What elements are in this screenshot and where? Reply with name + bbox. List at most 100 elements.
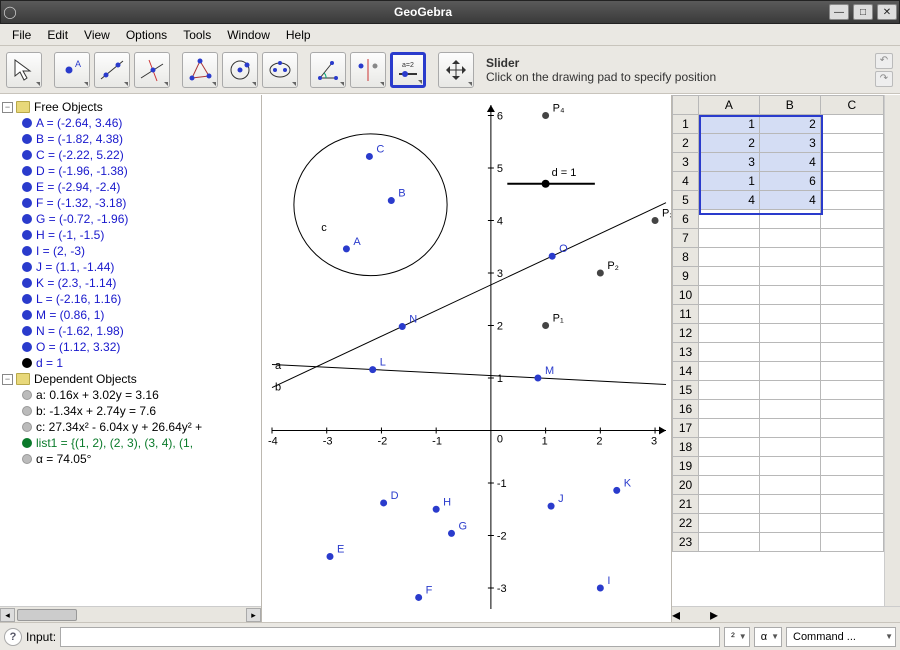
row-header[interactable]: 11 bbox=[673, 305, 699, 324]
cell[interactable] bbox=[699, 400, 760, 419]
cell[interactable]: 2 bbox=[699, 134, 760, 153]
algebra-folder[interactable]: −Dependent Objects bbox=[0, 371, 261, 387]
help-icon[interactable]: ? bbox=[4, 628, 22, 646]
cell[interactable] bbox=[759, 476, 820, 495]
cell[interactable] bbox=[820, 324, 883, 343]
close-button[interactable]: ✕ bbox=[877, 4, 897, 20]
algebra-item[interactable]: G = (-0.72, -1.96) bbox=[0, 211, 261, 227]
cell[interactable] bbox=[759, 248, 820, 267]
cell[interactable]: 4 bbox=[759, 191, 820, 210]
row-header[interactable]: 20 bbox=[673, 476, 699, 495]
cell[interactable] bbox=[820, 267, 883, 286]
cell[interactable] bbox=[759, 514, 820, 533]
tool-line[interactable] bbox=[94, 52, 130, 88]
minimize-button[interactable]: — bbox=[829, 4, 849, 20]
menu-edit[interactable]: Edit bbox=[39, 26, 76, 44]
menu-help[interactable]: Help bbox=[278, 26, 319, 44]
row-header[interactable]: 18 bbox=[673, 438, 699, 457]
row-header[interactable]: 9 bbox=[673, 267, 699, 286]
symbol-combo[interactable]: α▼ bbox=[754, 627, 782, 647]
cell[interactable] bbox=[820, 419, 883, 438]
cell[interactable] bbox=[820, 286, 883, 305]
cell[interactable] bbox=[699, 324, 760, 343]
cell[interactable] bbox=[699, 381, 760, 400]
cell[interactable] bbox=[699, 457, 760, 476]
cell[interactable] bbox=[699, 495, 760, 514]
cell[interactable] bbox=[759, 210, 820, 229]
tool-angle[interactable] bbox=[310, 52, 346, 88]
tool-perpendicular[interactable] bbox=[134, 52, 170, 88]
algebra-item[interactable]: c: 27.34x² - 6.04x y + 26.64y² + bbox=[0, 419, 261, 435]
cell[interactable] bbox=[759, 362, 820, 381]
row-header[interactable]: 2 bbox=[673, 134, 699, 153]
cell[interactable] bbox=[699, 438, 760, 457]
cell[interactable] bbox=[699, 514, 760, 533]
cell[interactable]: 1 bbox=[699, 115, 760, 134]
maximize-button[interactable]: □ bbox=[853, 4, 873, 20]
cell[interactable] bbox=[820, 172, 883, 191]
cell[interactable] bbox=[759, 457, 820, 476]
cell[interactable] bbox=[820, 210, 883, 229]
cell[interactable] bbox=[759, 286, 820, 305]
redo-button[interactable]: ↷ bbox=[875, 71, 893, 87]
cell[interactable]: 3 bbox=[759, 134, 820, 153]
cell[interactable] bbox=[699, 229, 760, 248]
cell[interactable] bbox=[820, 248, 883, 267]
algebra-item[interactable]: J = (1.1, -1.44) bbox=[0, 259, 261, 275]
col-header[interactable]: A bbox=[699, 96, 760, 115]
row-header[interactable]: 6 bbox=[673, 210, 699, 229]
cell[interactable] bbox=[759, 400, 820, 419]
cell[interactable] bbox=[820, 134, 883, 153]
algebra-item[interactable]: A = (-2.64, 3.46) bbox=[0, 115, 261, 131]
tool-point[interactable]: A bbox=[54, 52, 90, 88]
tool-reflect[interactable] bbox=[350, 52, 386, 88]
menu-options[interactable]: Options bbox=[118, 26, 175, 44]
exponent-combo[interactable]: ²▼ bbox=[724, 627, 750, 647]
tool-ellipse[interactable] bbox=[262, 52, 298, 88]
row-header[interactable]: 12 bbox=[673, 324, 699, 343]
cell[interactable] bbox=[699, 419, 760, 438]
cell[interactable] bbox=[699, 286, 760, 305]
tool-polygon[interactable] bbox=[182, 52, 218, 88]
cell[interactable] bbox=[759, 267, 820, 286]
cell[interactable] bbox=[820, 115, 883, 134]
cell[interactable] bbox=[820, 457, 883, 476]
algebra-item[interactable]: N = (-1.62, 1.98) bbox=[0, 323, 261, 339]
cell[interactable] bbox=[820, 362, 883, 381]
algebra-item[interactable]: K = (2.3, -1.14) bbox=[0, 275, 261, 291]
row-header[interactable]: 13 bbox=[673, 343, 699, 362]
cell[interactable] bbox=[820, 495, 883, 514]
algebra-item[interactable]: B = (-1.82, 4.38) bbox=[0, 131, 261, 147]
cell[interactable] bbox=[699, 305, 760, 324]
cell[interactable] bbox=[759, 419, 820, 438]
tool-move-view[interactable] bbox=[438, 52, 474, 88]
cell[interactable] bbox=[820, 400, 883, 419]
row-header[interactable]: 4 bbox=[673, 172, 699, 191]
algebra-item[interactable]: O = (1.12, 3.32) bbox=[0, 339, 261, 355]
algebra-item[interactable]: list1 = {(1, 2), (2, 3), (3, 4), (1, bbox=[0, 435, 261, 451]
row-header[interactable]: 1 bbox=[673, 115, 699, 134]
menu-file[interactable]: File bbox=[4, 26, 39, 44]
cell[interactable] bbox=[820, 305, 883, 324]
cell[interactable]: 3 bbox=[699, 153, 760, 172]
undo-button[interactable]: ↶ bbox=[875, 53, 893, 69]
row-header[interactable]: 5 bbox=[673, 191, 699, 210]
algebra-hscrollbar[interactable]: ◂▸ bbox=[0, 606, 261, 622]
cell[interactable] bbox=[699, 343, 760, 362]
cell[interactable] bbox=[820, 381, 883, 400]
cell[interactable] bbox=[759, 229, 820, 248]
spreadsheet-vscrollbar[interactable] bbox=[884, 95, 900, 606]
cell[interactable] bbox=[699, 533, 760, 552]
row-header[interactable]: 8 bbox=[673, 248, 699, 267]
menu-window[interactable]: Window bbox=[219, 26, 278, 44]
algebra-item[interactable]: α = 74.05° bbox=[0, 451, 261, 467]
cell[interactable] bbox=[759, 343, 820, 362]
graphics-view[interactable]: -4-3-2-10123-3-2-1123456abcd = 1ABCDEFGH… bbox=[262, 95, 672, 622]
cell[interactable] bbox=[820, 153, 883, 172]
cell[interactable] bbox=[820, 533, 883, 552]
cell[interactable]: 4 bbox=[759, 153, 820, 172]
algebra-item[interactable]: L = (-2.16, 1.16) bbox=[0, 291, 261, 307]
cell[interactable] bbox=[820, 476, 883, 495]
row-header[interactable]: 15 bbox=[673, 381, 699, 400]
row-header[interactable]: 23 bbox=[673, 533, 699, 552]
